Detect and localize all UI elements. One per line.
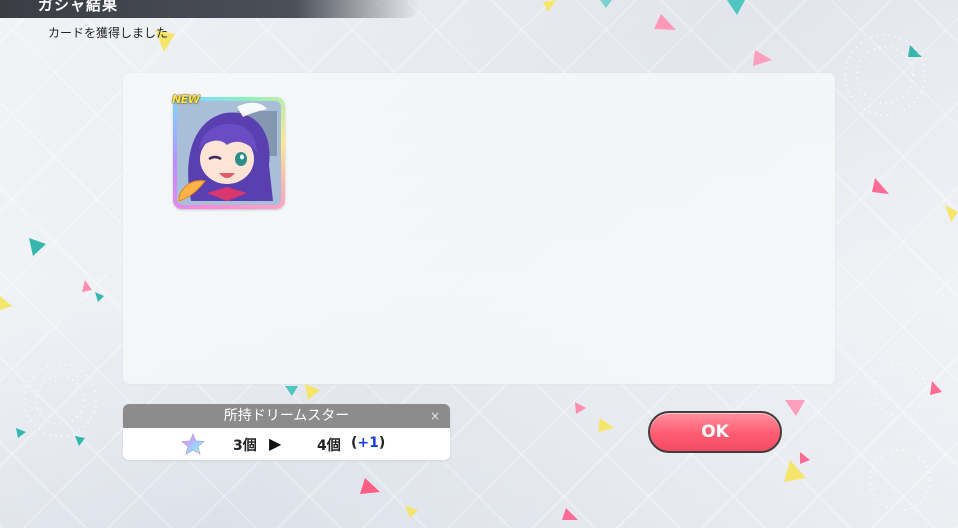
gacha-result-panel: NEW — [123, 73, 835, 384]
dream-star-before: 3個 — [233, 438, 257, 454]
arrow-right-icon: ▶ — [269, 434, 282, 453]
card-thumbnail[interactable] — [173, 97, 285, 209]
rainbow-star-icon — [181, 433, 205, 455]
dream-star-delta: (+1) — [351, 435, 385, 451]
dream-star-header: 所持ドリームスター × — [123, 404, 450, 428]
dream-star-title: 所持ドリームスター — [223, 408, 350, 424]
dream-star-count-row: 3個 ▶ 4個 (+1) — [123, 428, 450, 460]
dream-star-after: 4個 — [317, 438, 341, 454]
delta-value: +1 — [357, 435, 379, 451]
page-title: ガシャ結果 — [38, 0, 119, 14]
ok-button[interactable]: OK — [648, 411, 782, 453]
dream-star-panel: 所持ドリームスター × 3個 ▶ 4個 (+1) — [123, 404, 450, 460]
delta-close-paren: ) — [378, 435, 386, 451]
page-subtitle: カードを獲得しました — [48, 26, 169, 40]
close-icon[interactable]: × — [430, 404, 440, 428]
idol-portrait-icon — [177, 101, 281, 205]
new-badge: NEW — [172, 93, 200, 106]
